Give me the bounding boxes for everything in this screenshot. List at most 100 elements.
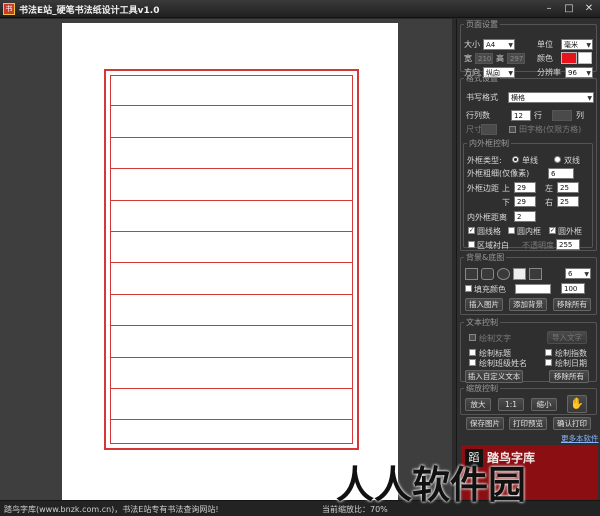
frame-settings-group: 内外框控制 外框类型: 单线 双线 外框粗细(仅像素) 6 外框边距 上 29 …: [463, 138, 593, 250]
unit-select[interactable]: 毫米 ▼: [561, 39, 593, 50]
window-title: 书法E站_硬笔书法纸设计工具v1.0: [19, 6, 160, 16]
margin-right-stepper[interactable]: 25: [557, 196, 579, 207]
remove-all-backgrounds-button[interactable]: 移除所有: [553, 298, 591, 311]
margin-bottom-stepper[interactable]: 29: [514, 196, 536, 207]
format-settings-legend: 格式设置: [466, 74, 498, 83]
ruled-line: [111, 388, 352, 389]
trapezoid-shape-icon[interactable]: [529, 268, 542, 280]
margin-left-stepper[interactable]: 25: [557, 182, 579, 193]
ruled-line: [111, 357, 352, 358]
writing-style-select[interactable]: 横格 ▼: [508, 92, 594, 103]
double-line-label: 双线: [564, 156, 580, 165]
size-label: 大小: [464, 40, 480, 49]
zoom-in-button[interactable]: 放大: [465, 398, 491, 411]
writing-style-label: 书写格式: [466, 93, 498, 102]
zoom-control-legend: 缩放控制: [466, 384, 498, 393]
cols-field[interactable]: [552, 110, 572, 121]
single-line-label: 单线: [522, 156, 538, 165]
region-white-label: 区域衬白: [477, 241, 509, 250]
frame-margin-label: 外框边距: [467, 184, 499, 193]
draw-date-checkbox[interactable]: [545, 359, 552, 366]
frame-settings-legend: 内外框控制: [469, 139, 509, 148]
draw-class-name-checkbox[interactable]: [469, 359, 476, 366]
width-field[interactable]: 210: [475, 53, 493, 64]
circle-shape-icon[interactable]: [497, 268, 510, 280]
round-outer-frame-label: 圆外框: [558, 227, 582, 236]
flag-shape-icon[interactable]: [513, 268, 526, 280]
import-text-button[interactable]: 导入文字: [547, 331, 587, 344]
margin-bottom-label: 下: [502, 198, 510, 207]
zoom-control-group: 缩放控制 放大 1:1 缩小 ✋: [460, 383, 597, 415]
shape-count-select[interactable]: 6 ▼: [565, 268, 591, 279]
draw-text-checkbox[interactable]: [469, 334, 476, 341]
print-preview-button[interactable]: 打印预览: [509, 417, 547, 430]
frame-gap-stepper[interactable]: 2: [514, 211, 536, 222]
close-button[interactable]: ✕: [580, 2, 598, 15]
draw-text-label: 绘制文字: [479, 334, 511, 343]
rows-field[interactable]: 12: [511, 110, 531, 121]
double-line-radio[interactable]: [554, 156, 561, 163]
round-outer-frame-checkbox[interactable]: ✓: [549, 227, 556, 234]
canvas-area[interactable]: [0, 19, 452, 500]
page-settings-group: 页面设置 大小 A4 ▼ 单位 毫米 ▼ 宽 210 高 297 颜色 方向 纵向 ▼…: [460, 19, 597, 78]
save-image-button[interactable]: 保存图片: [466, 417, 504, 430]
round-inner-frame-checkbox[interactable]: [508, 227, 515, 234]
opacity-stepper[interactable]: 255: [556, 239, 580, 250]
tianzige-label: 田字格(仅限方格): [519, 125, 582, 134]
zoom-out-button[interactable]: 缩小: [531, 398, 557, 411]
confirm-print-button[interactable]: 确认打印: [553, 417, 591, 430]
shape-count-value: 6: [568, 270, 573, 278]
ruled-line: [111, 200, 352, 201]
color-swatch[interactable]: [561, 52, 577, 64]
draw-class-name-label: 绘制班级姓名: [479, 359, 527, 368]
minimize-button[interactable]: –: [540, 2, 558, 15]
fill-opacity-stepper[interactable]: 100: [561, 283, 585, 294]
more-software-link[interactable]: 更多本软件: [561, 433, 599, 444]
region-white-checkbox[interactable]: [468, 241, 475, 248]
insert-custom-text-button[interactable]: 插入自定义文本: [465, 370, 523, 383]
draw-title-checkbox[interactable]: [469, 349, 476, 356]
size-select[interactable]: A4 ▼: [483, 39, 515, 50]
fill-color-label: 填充颜色: [474, 285, 506, 294]
color-label: 颜色: [537, 54, 553, 63]
ruled-line: [111, 137, 352, 138]
circle-grid-label: 圆线格: [477, 227, 501, 236]
outer-frame: [104, 69, 359, 450]
frame-gap-label: 内外框距离: [467, 213, 507, 222]
hand-icon[interactable]: ✋: [567, 395, 587, 413]
actual-size-button[interactable]: 1:1: [498, 398, 524, 411]
single-line-radio[interactable]: [512, 156, 519, 163]
margin-right-label: 右: [545, 198, 553, 207]
height-field[interactable]: 297: [507, 53, 525, 64]
frame-thickness-stepper[interactable]: 6: [548, 168, 574, 179]
fill-color-swatch[interactable]: [515, 284, 551, 294]
inner-frame: [110, 75, 353, 444]
ruled-line: [111, 168, 352, 169]
add-background-button[interactable]: 添加背景: [509, 298, 547, 311]
rounded-rect-shape-icon[interactable]: [481, 268, 494, 280]
shape-toolbar: [465, 268, 545, 280]
fill-color-checkbox[interactable]: [465, 285, 472, 292]
cell-size-label: 尺寸: [466, 125, 482, 134]
cols-unit: 列: [576, 111, 584, 120]
color-picker-button[interactable]: [578, 52, 592, 64]
ruled-line: [111, 419, 352, 420]
chevron-down-icon: ▼: [584, 271, 589, 278]
app-icon: 书: [3, 3, 15, 15]
paper-preview: [62, 23, 398, 500]
remove-all-text-button[interactable]: 移除所有: [549, 370, 589, 383]
chevron-down-icon: ▼: [508, 42, 513, 49]
cell-size-field[interactable]: [481, 124, 497, 135]
ruled-line: [111, 262, 352, 263]
rectangle-shape-icon[interactable]: [465, 268, 478, 280]
chevron-down-icon: ▼: [586, 42, 591, 49]
draw-date-label: 绘制日期: [555, 359, 587, 368]
circle-grid-checkbox[interactable]: ✓: [468, 227, 475, 234]
tianzige-checkbox[interactable]: [509, 126, 516, 133]
margin-top-stepper[interactable]: 29: [514, 182, 536, 193]
status-website-text[interactable]: 踏鸟字库(www.bnzk.com.cn)，书法E站专有书法查询网站!: [4, 504, 219, 515]
unit-select-value: 毫米: [564, 41, 578, 49]
draw-tip-checkbox[interactable]: [545, 349, 552, 356]
insert-image-button[interactable]: 插入图片: [465, 298, 503, 311]
maximize-button[interactable]: □: [560, 2, 578, 15]
